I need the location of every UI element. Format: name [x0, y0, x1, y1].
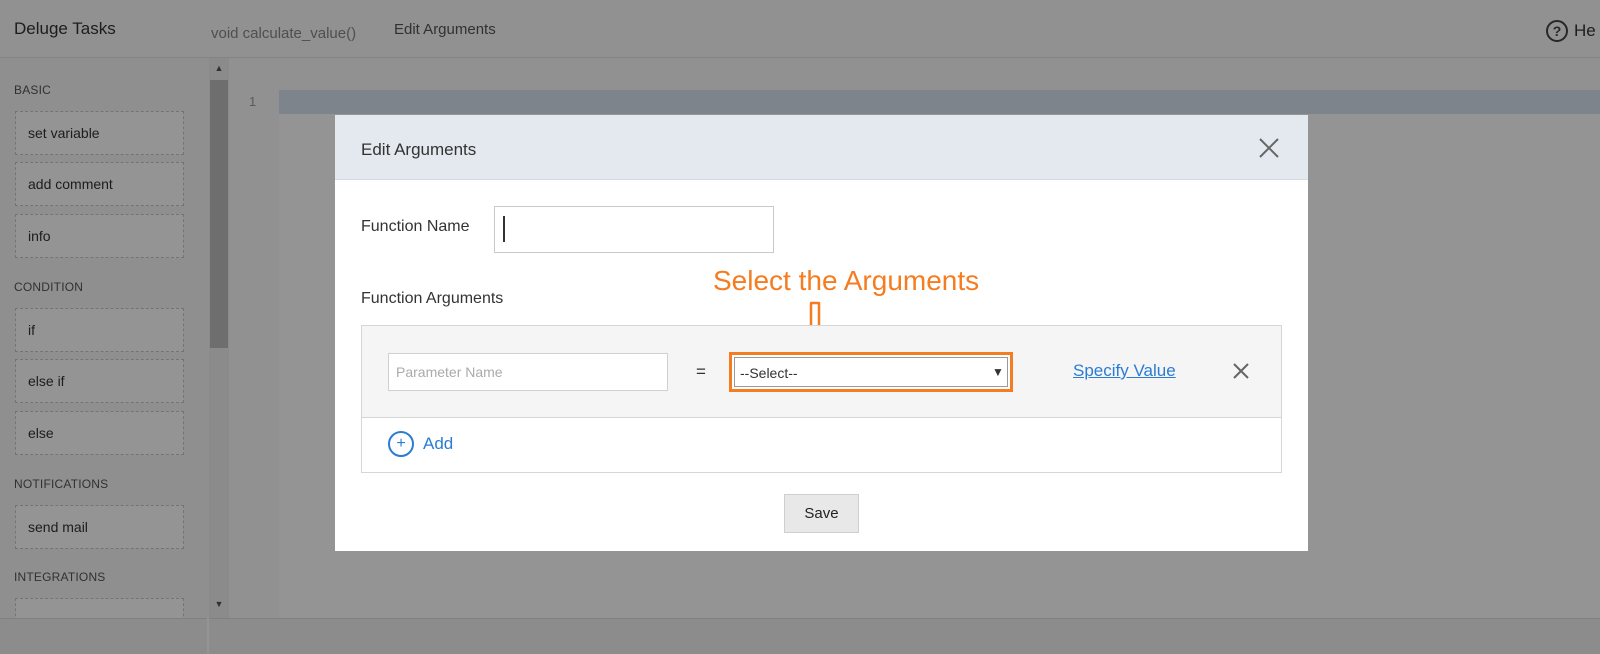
save-button[interactable]: Save	[784, 494, 859, 533]
function-name-input[interactable]	[494, 206, 774, 253]
text-caret	[503, 216, 505, 242]
modal-title: Edit Arguments	[361, 140, 477, 159]
add-label: Add	[423, 434, 454, 453]
close-icon[interactable]	[1255, 134, 1283, 162]
annotation-text: Select the Arguments	[713, 265, 980, 296]
add-argument-button[interactable]: + Add	[388, 431, 453, 457]
specify-value-link[interactable]: Specify Value	[1073, 361, 1176, 381]
arguments-list: = --Select-- ▼ Specify Value + Add	[361, 325, 1282, 473]
argument-select-highlight[interactable]: --Select-- ▼	[729, 352, 1013, 392]
plus-circle-icon: +	[388, 431, 414, 457]
argument-row: = --Select-- ▼ Specify Value	[362, 326, 1281, 418]
select-value: --Select--	[740, 365, 798, 381]
modal-header: Edit Arguments	[335, 115, 1308, 180]
edit-arguments-modal: Edit Arguments Function Name Select the …	[335, 115, 1308, 551]
remove-argument-icon[interactable]	[1229, 359, 1253, 383]
equals-sign: =	[696, 362, 706, 381]
argument-select[interactable]: --Select-- ▼	[734, 357, 1008, 387]
function-arguments-label: Function Arguments	[361, 290, 504, 307]
parameter-name-input[interactable]	[388, 353, 668, 391]
dropdown-arrow-icon: ▼	[992, 365, 1004, 379]
function-name-label: Function Name	[361, 218, 470, 235]
